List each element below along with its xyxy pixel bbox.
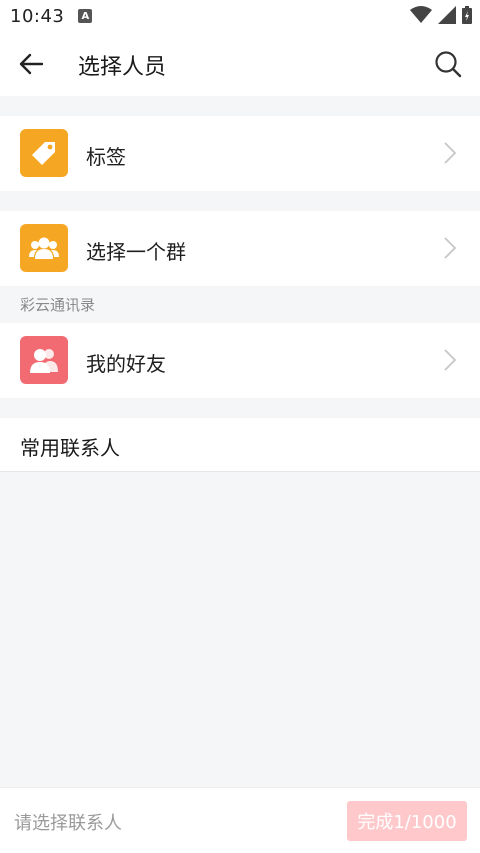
- chevron-right-icon: [444, 237, 456, 259]
- frequent-contacts-label: 常用联系人: [20, 436, 120, 460]
- page-title: 选择人员: [78, 55, 167, 80]
- status-icons: [410, 6, 472, 24]
- back-button[interactable]: [18, 52, 46, 76]
- section-label: 彩云通讯录: [20, 296, 96, 314]
- friends-icon: [20, 336, 68, 384]
- search-button[interactable]: [434, 50, 462, 78]
- group-icon: [20, 224, 68, 272]
- my-friends-label: 我的好友: [86, 352, 166, 376]
- done-button[interactable]: 完成1/1000: [347, 801, 467, 841]
- wifi-icon: [410, 6, 432, 23]
- bottom-bar: 请选择联系人 完成1/1000: [0, 787, 480, 853]
- tags-row[interactable]: 标签: [0, 116, 480, 191]
- select-group-label: 选择一个群: [86, 240, 186, 264]
- my-friends-row[interactable]: 我的好友: [0, 323, 480, 398]
- cellular-signal-icon: [438, 6, 456, 24]
- app-header: 选择人员: [0, 32, 480, 96]
- tags-label: 标签: [86, 145, 126, 169]
- status-bar: 10:43 A: [0, 0, 480, 32]
- chevron-right-icon: [444, 349, 456, 371]
- screen: 10:43 A 选择人员 标签 选择一个群 彩云通讯录 我的好友 常用联系人 请…: [0, 0, 480, 853]
- select-group-row[interactable]: 选择一个群: [0, 211, 480, 286]
- arrow-left-icon: [19, 53, 44, 75]
- battery-charging-icon: [462, 6, 472, 24]
- tag-icon: [20, 129, 68, 177]
- status-time: 10:43: [10, 5, 65, 27]
- chevron-right-icon: [444, 142, 456, 164]
- selected-contacts-placeholder: 请选择联系人: [14, 813, 122, 834]
- frequent-contacts-header: 常用联系人: [0, 418, 480, 472]
- notification-a-icon: A: [78, 9, 93, 23]
- search-icon: [435, 51, 462, 78]
